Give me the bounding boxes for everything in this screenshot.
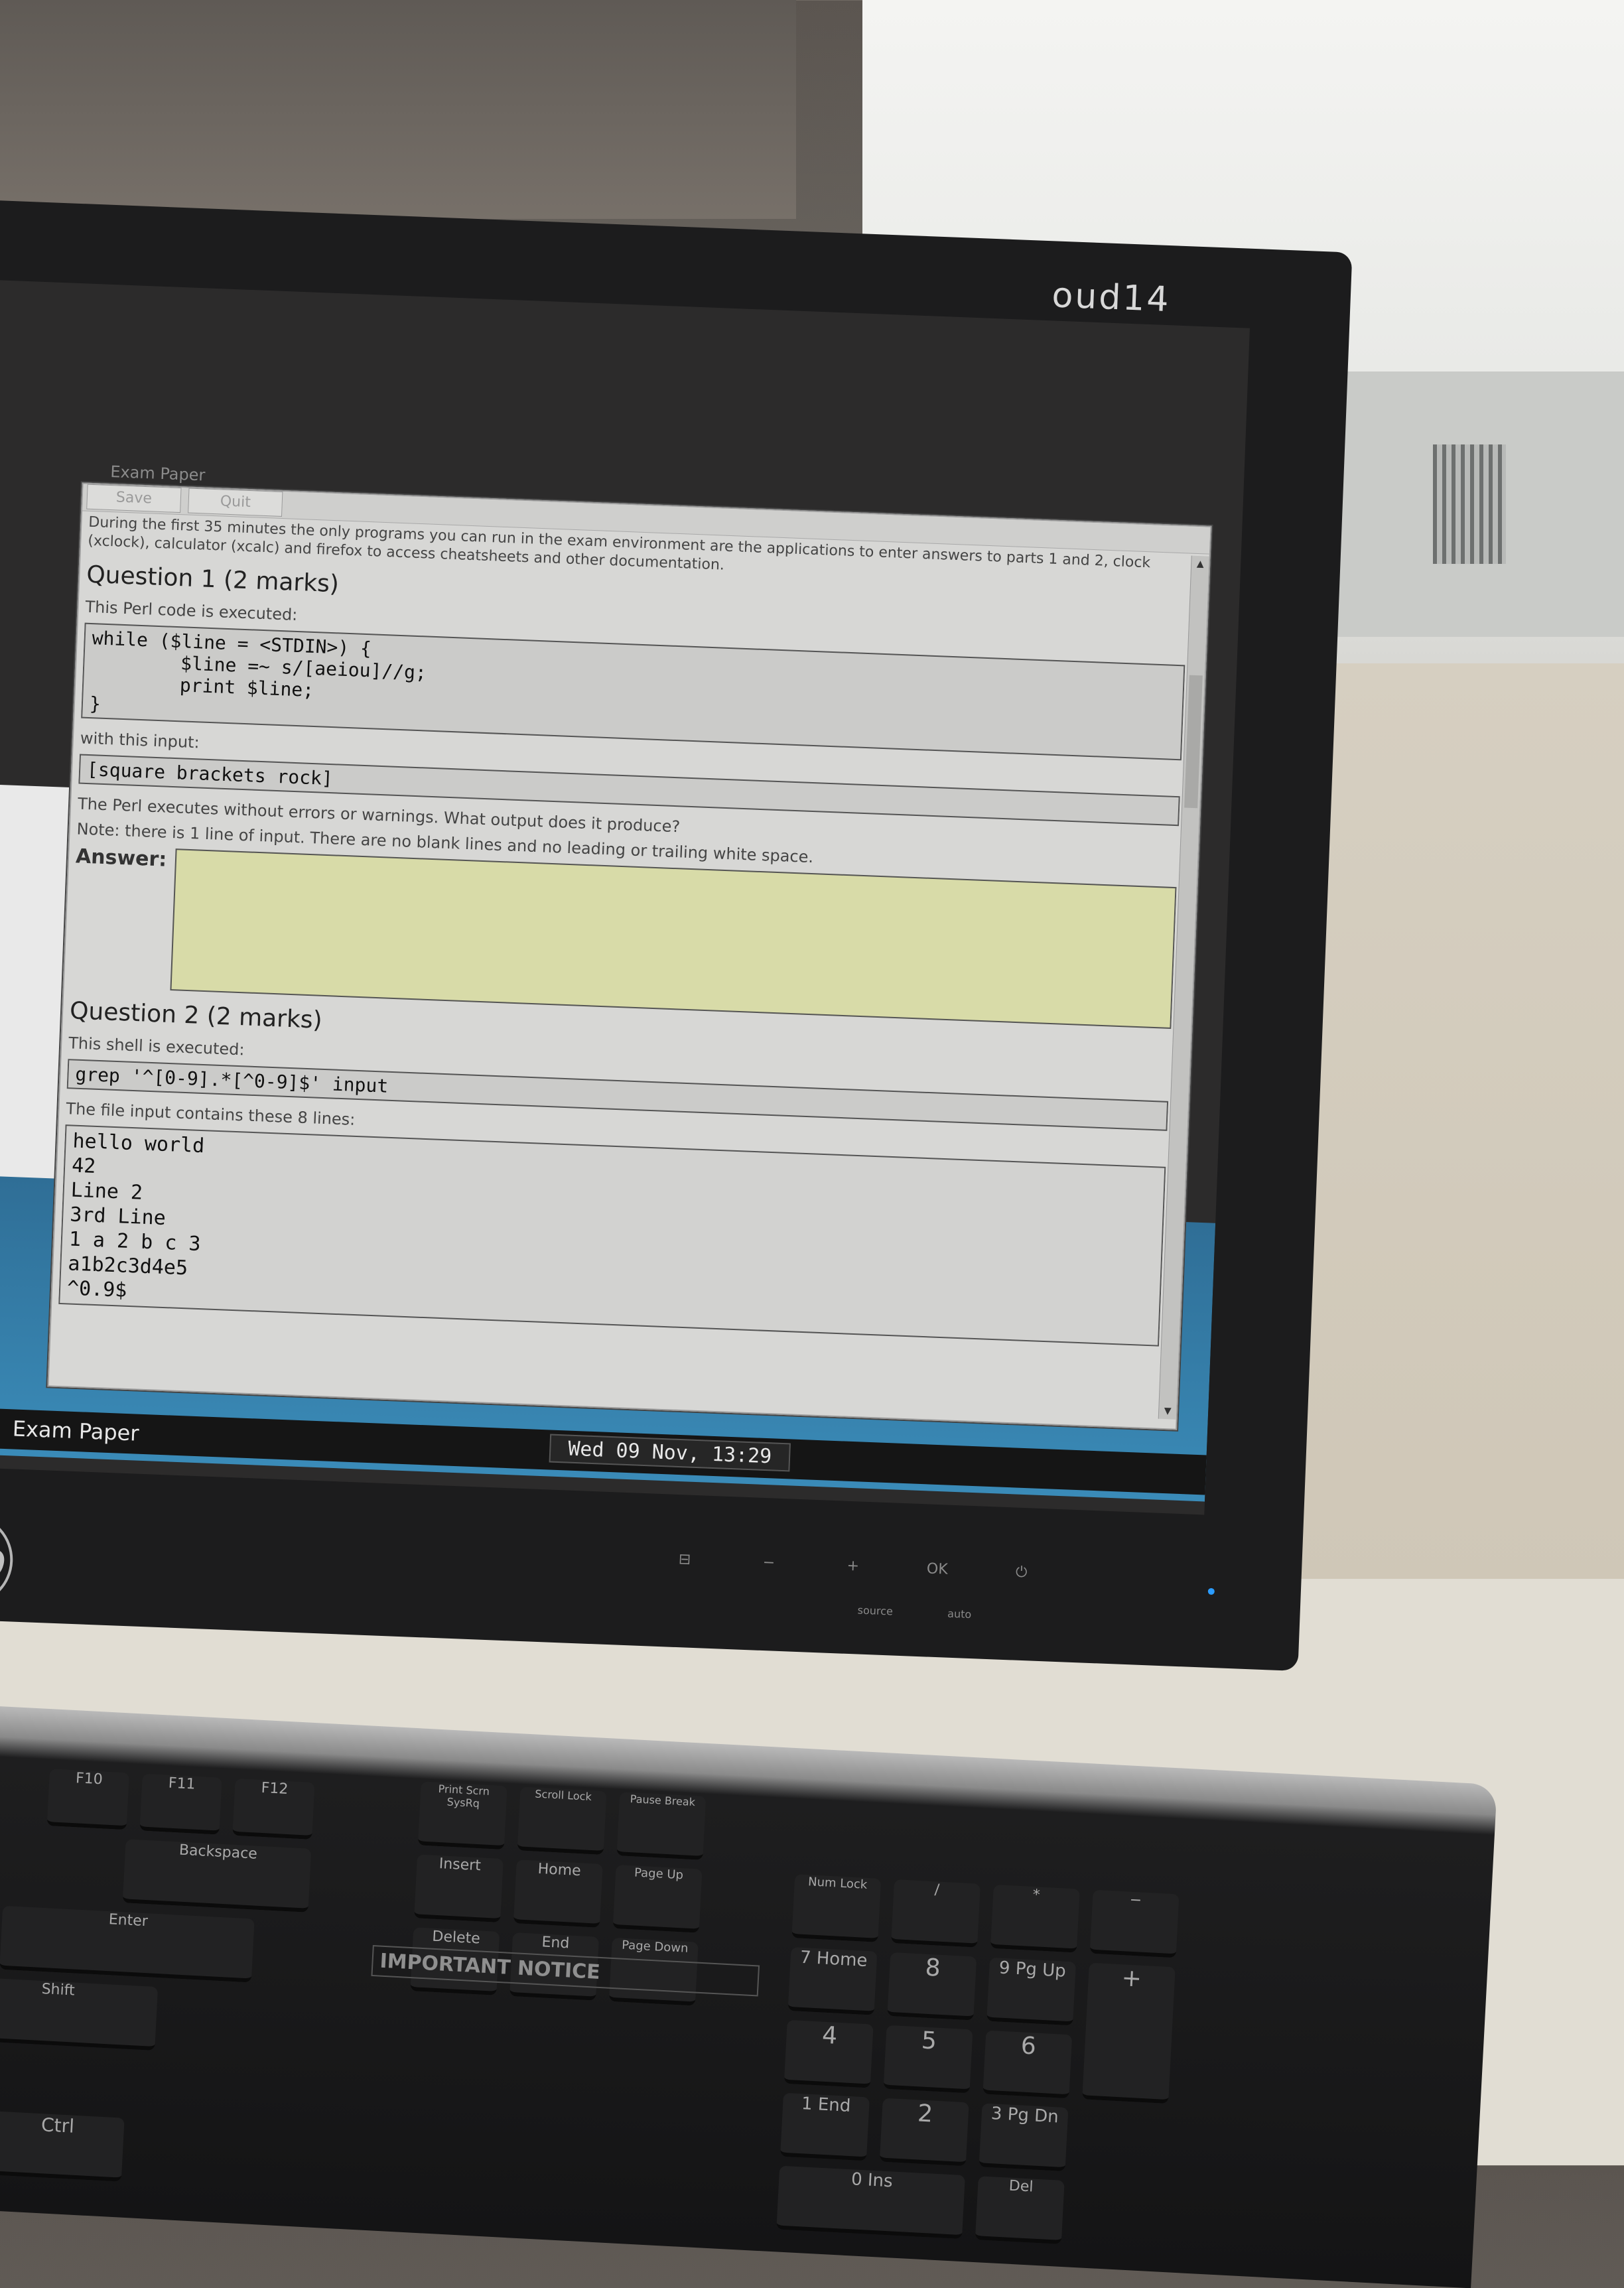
hp-logo: hp [0, 1512, 15, 1607]
monitor-controls: ⊟ − + OK ⏻ source auto [643, 1550, 1149, 1629]
save-button[interactable]: Save [86, 484, 182, 513]
q2-file-contents: hello world 42 Line 2 3rd Line 1 a 2 b c… [58, 1124, 1166, 1347]
key-numpad-7[interactable]: 7 Home [787, 1947, 878, 2015]
key-numpad-4[interactable]: 4 [783, 2019, 874, 2088]
window-blind [0, 0, 796, 219]
menu-icon[interactable]: ⊟ [645, 1550, 725, 1570]
key-numpad-9[interactable]: 9 Pg Up [986, 1957, 1076, 2026]
key-backspace[interactable]: Backspace [122, 1839, 312, 1913]
key-numpad-0[interactable]: 0 Ins [776, 2165, 965, 2240]
key-numpad-divide[interactable]: / [891, 1879, 981, 1948]
key-ctrl[interactable]: Ctrl [0, 2111, 125, 2182]
key-pause[interactable]: Pause Break [616, 1792, 707, 1860]
auto-label: auto [947, 1607, 972, 1621]
minus-button[interactable]: − [729, 1553, 809, 1573]
exam-content: During the first 35 minutes the only pro… [56, 513, 1189, 1422]
window-title: Exam Paper [109, 462, 206, 485]
key-numpad-8[interactable]: 8 [887, 1952, 977, 2021]
ok-button[interactable]: OK [897, 1560, 977, 1580]
cubicle-wall [1300, 663, 1624, 1592]
key-numpad-del[interactable]: Del [975, 2176, 1065, 2244]
key-scroll-lock[interactable]: Scroll Lock [517, 1786, 607, 1855]
asset-label: oud14 [1051, 275, 1172, 320]
power-icon[interactable]: ⏻ [981, 1563, 1061, 1583]
exam-paper-window[interactable]: Exam Paper Save Quit During the first 35… [47, 462, 1212, 1430]
key-home[interactable]: Home [513, 1859, 603, 1928]
key-print-screen[interactable]: Print Scrn SysRq [417, 1781, 508, 1850]
building-window [1433, 444, 1506, 564]
key-numpad-plus[interactable]: + [1082, 1962, 1176, 2104]
taskbar-window-button[interactable]: Exam Paper [12, 1416, 139, 1446]
key-numpad-6[interactable]: 6 [982, 2030, 1073, 2099]
key-page-up[interactable]: Page Up [612, 1865, 703, 1933]
key-f12[interactable]: F12 [232, 1778, 315, 1840]
key-numpad-5[interactable]: 5 [883, 2025, 973, 2094]
q1-answer-field[interactable] [170, 848, 1177, 1029]
monitor: oud14 Exam Paper Save Quit During the fi… [0, 199, 1353, 1672]
screen: Exam Paper Save Quit During the first 35… [0, 280, 1250, 1515]
scroll-down-icon[interactable]: ▼ [1161, 1404, 1175, 1418]
key-numpad-multiply[interactable]: * [990, 1884, 1080, 1953]
key-numpad-1[interactable]: 1 End [780, 2092, 870, 2161]
taskbar-clock: Wed 09 Nov, 13:29 [549, 1434, 791, 1472]
key-f10[interactable]: F10 [46, 1769, 129, 1830]
key-numpad-minus[interactable]: − [1089, 1889, 1180, 1958]
key-enter[interactable]: Enter [0, 1905, 255, 1983]
key-shift[interactable]: Shift [0, 1976, 159, 2051]
quit-button[interactable]: Quit [188, 488, 283, 517]
key-insert[interactable]: Insert [414, 1854, 504, 1923]
keyboard: F10 F11 F12 Print Scrn SysRq Scroll Lock… [0, 1705, 1497, 2288]
key-f11[interactable]: F11 [139, 1773, 222, 1835]
plus-button[interactable]: + [813, 1556, 893, 1576]
key-numpad-2[interactable]: 2 [879, 2098, 969, 2167]
answer-label: Answer: [75, 844, 167, 872]
power-led [1207, 1587, 1215, 1595]
scroll-up-icon[interactable]: ▲ [1193, 557, 1207, 571]
scroll-thumb[interactable] [1184, 675, 1203, 809]
key-num-lock[interactable]: Num Lock [791, 1874, 882, 1942]
source-label: source [857, 1603, 894, 1618]
key-numpad-3[interactable]: 3 Pg Dn [979, 2103, 1069, 2172]
